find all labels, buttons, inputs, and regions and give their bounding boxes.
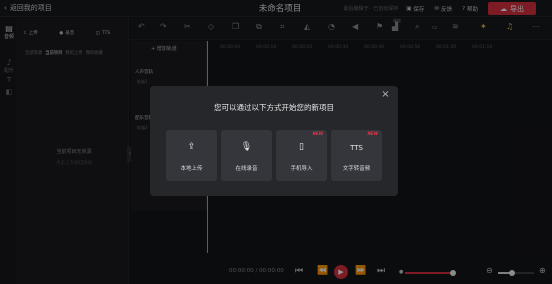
phone-import-icon: ▯ <box>299 142 304 152</box>
modal-title: 您可以通过以下方式开始您的新项目 <box>214 103 334 112</box>
option-label: 在线录音 <box>235 166 258 172</box>
option-label: 本地上传 <box>180 166 203 172</box>
close-icon[interactable]: × <box>380 89 391 101</box>
mic-icon: 🎙 <box>240 142 253 152</box>
option-text-to-audio[interactable]: NEW TTS 文字转音频 <box>331 130 382 181</box>
upload-icon: ⇪ <box>187 142 196 152</box>
tts-text-icon: TTS <box>350 144 363 152</box>
new-badge: NEW <box>312 131 324 136</box>
start-project-modal: 您可以通过以下方式开始您的新项目 × ⇪ 本地上传 🎙 在线录音 NEW ▯ 手… <box>150 86 398 196</box>
new-badge: NEW <box>367 131 379 136</box>
option-online-record[interactable]: 🎙 在线录音 <box>221 130 272 181</box>
option-label: 手机导入 <box>290 166 313 172</box>
option-local-upload[interactable]: ⇪ 本地上传 <box>166 130 217 181</box>
option-label: 文字转音频 <box>342 166 371 172</box>
option-phone-import[interactable]: NEW ▯ 手机导入 <box>276 130 327 181</box>
